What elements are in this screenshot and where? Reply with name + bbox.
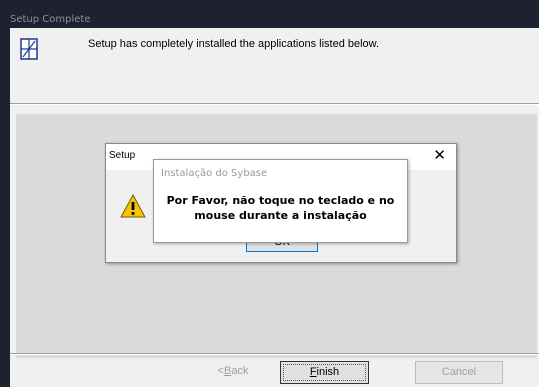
notice-message: Por Favor, não toque no teclado e no mou… — [154, 193, 407, 223]
message-box-title: Setup — [109, 150, 136, 161]
notice-line-2: mouse durante a instalação — [194, 209, 367, 222]
sybase-notice-popup: Instalação do Sybase Por Favor, não toqu… — [153, 159, 408, 243]
finish-button[interactable]: Finish — [280, 361, 369, 384]
window-title: Setup Complete — [10, 14, 91, 25]
notice-line-1: Por Favor, não toque no teclado e no — [166, 194, 395, 207]
footer-divider — [10, 353, 539, 355]
close-icon[interactable]: ✕ — [433, 146, 446, 164]
notice-title: Instalação do Sybase — [161, 168, 268, 179]
setup-wizard-icon — [20, 38, 38, 60]
cancel-button[interactable]: Cancel — [415, 361, 503, 384]
header-message: Setup has completely installed the appli… — [88, 38, 380, 50]
warning-icon — [120, 194, 146, 218]
header-divider — [10, 103, 539, 105]
back-button[interactable]: <Back — [193, 361, 273, 384]
